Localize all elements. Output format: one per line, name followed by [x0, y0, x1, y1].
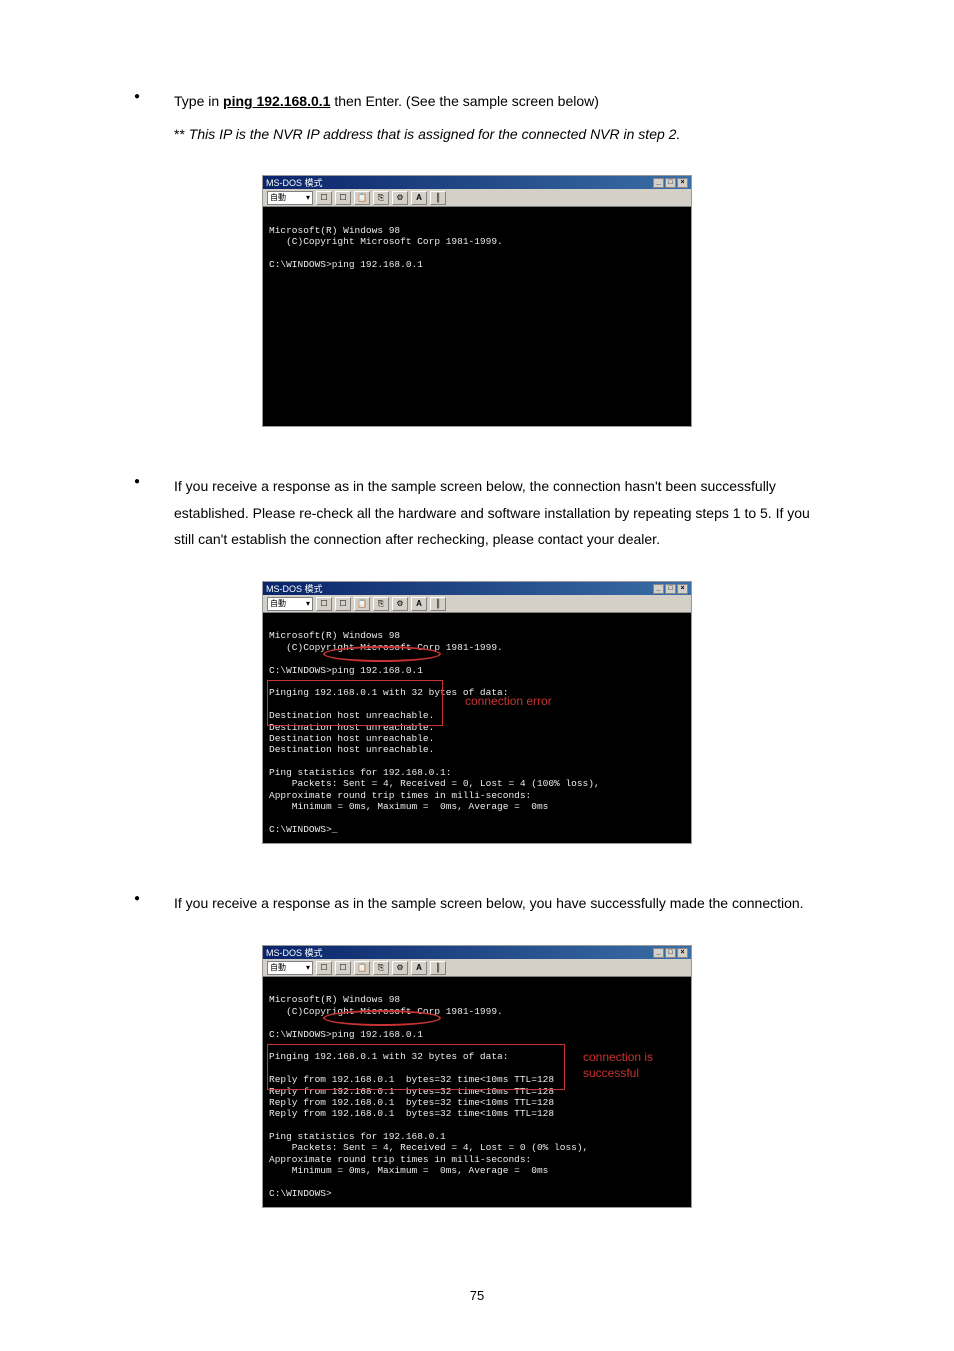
bullet-text: If you receive a response as in the samp… — [174, 890, 824, 917]
dos-terminal-body: Microsoft(R) Windows 98 (C)Copyright Mic… — [263, 977, 691, 1207]
toolbar-button[interactable]: ☐ — [335, 191, 351, 205]
toolbar-button[interactable]: ☐ — [316, 597, 332, 611]
toolbar-button[interactable]: ⚙ — [392, 961, 408, 975]
close-button[interactable]: × — [677, 948, 688, 958]
dos-toolbar: 自動▾ ☐ ☐ 📋 ⎘ ⚙ A ║ — [263, 959, 691, 977]
toolbar-button[interactable]: A — [411, 597, 427, 611]
close-button[interactable]: × — [677, 178, 688, 188]
toolbar-button[interactable]: ☐ — [316, 191, 332, 205]
page-number: 75 — [130, 1288, 824, 1303]
toolbar-button[interactable]: ☐ — [335, 597, 351, 611]
bullet-item: ● If you receive a response as in the sa… — [130, 473, 824, 553]
toolbar-button[interactable]: ☐ — [335, 961, 351, 975]
close-button[interactable]: × — [677, 584, 688, 594]
annotation-error: connection error — [465, 694, 552, 708]
screenshot-1: MS-DOS 模式 _ □ × 自動▾ ☐ ☐ 📋 ⎘ ⚙ A ║ Micros… — [130, 175, 824, 427]
toolbar-button[interactable]: 📋 — [354, 597, 370, 611]
toolbar-button[interactable]: A — [411, 961, 427, 975]
dos-title: MS-DOS 模式 — [266, 176, 323, 189]
dos-title: MS-DOS 模式 — [266, 946, 323, 959]
text-prefix: Type in — [174, 93, 223, 109]
dos-title: MS-DOS 模式 — [266, 582, 323, 595]
bullet-dot: ● — [130, 88, 174, 115]
dos-window: MS-DOS 模式 _ □ × 自動▾ ☐ ☐ 📋 ⎘ ⚙ A ║ Micros… — [262, 945, 692, 1208]
note-prefix: ** — [174, 126, 189, 142]
bullet-item: ● If you receive a response as in the sa… — [130, 890, 824, 917]
dos-titlebar: MS-DOS 模式 _ □ × — [263, 582, 691, 595]
toolbar-button[interactable]: ⚙ — [392, 191, 408, 205]
bullet-dot: ● — [130, 890, 174, 917]
window-controls: _ □ × — [653, 948, 688, 958]
toolbar-button[interactable]: ║ — [430, 597, 446, 611]
bullet-dot: ● — [130, 473, 174, 553]
bullet-text: If you receive a response as in the samp… — [174, 473, 824, 553]
screenshot-2: MS-DOS 模式 _ □ × 自動▾ ☐ ☐ 📋 ⎘ ⚙ A ║ Micros… — [130, 581, 824, 844]
bullet-item: ● Type in ping 192.168.0.1 then Enter. (… — [130, 88, 824, 115]
minimize-button[interactable]: _ — [653, 584, 664, 594]
bullet-text: Type in ping 192.168.0.1 then Enter. (Se… — [174, 88, 824, 115]
maximize-button[interactable]: □ — [665, 948, 676, 958]
maximize-button[interactable]: □ — [665, 584, 676, 594]
text-suffix: then Enter. (See the sample screen below… — [330, 93, 598, 109]
toolbar-button[interactable]: ☐ — [316, 961, 332, 975]
toolbar-button[interactable]: 📋 — [354, 191, 370, 205]
toolbar-button[interactable]: ║ — [430, 191, 446, 205]
dos-terminal-body: Microsoft(R) Windows 98 (C)Copyright Mic… — [263, 613, 691, 843]
toolbar-button[interactable]: 📋 — [354, 961, 370, 975]
minimize-button[interactable]: _ — [653, 948, 664, 958]
dos-titlebar: MS-DOS 模式 _ □ × — [263, 176, 691, 189]
screenshot-3: MS-DOS 模式 _ □ × 自動▾ ☐ ☐ 📋 ⎘ ⚙ A ║ Micros… — [130, 945, 824, 1208]
toolbar-button[interactable]: A — [411, 191, 427, 205]
dos-toolbar: 自動▾ ☐ ☐ 📋 ⎘ ⚙ A ║ — [263, 189, 691, 207]
annotation-success-2: successful — [583, 1066, 639, 1080]
dos-terminal-body: Microsoft(R) Windows 98 (C)Copyright Mic… — [263, 207, 691, 426]
dos-window: MS-DOS 模式 _ □ × 自動▾ ☐ ☐ 📋 ⎘ ⚙ A ║ Micros… — [262, 175, 692, 427]
ping-command: ping 192.168.0.1 — [223, 93, 330, 109]
dos-window: MS-DOS 模式 _ □ × 自動▾ ☐ ☐ 📋 ⎘ ⚙ A ║ Micros… — [262, 581, 692, 844]
window-controls: _ □ × — [653, 178, 688, 188]
dos-titlebar: MS-DOS 模式 _ □ × — [263, 946, 691, 959]
annotation-success-1: connection is — [583, 1050, 653, 1064]
dos-toolbar: 自動▾ ☐ ☐ 📋 ⎘ ⚙ A ║ — [263, 595, 691, 613]
toolbar-button[interactable]: ⎘ — [373, 597, 389, 611]
sub-note: ** This IP is the NVR IP address that is… — [174, 121, 824, 148]
minimize-button[interactable]: _ — [653, 178, 664, 188]
toolbar-button[interactable]: ⚙ — [392, 597, 408, 611]
toolbar-button[interactable]: ⎘ — [373, 961, 389, 975]
note-text: This IP is the NVR IP address that is as… — [189, 126, 681, 142]
window-controls: _ □ × — [653, 584, 688, 594]
toolbar-button[interactable]: ║ — [430, 961, 446, 975]
font-select[interactable]: 自動▾ — [267, 961, 313, 975]
font-select[interactable]: 自動▾ — [267, 191, 313, 205]
maximize-button[interactable]: □ — [665, 178, 676, 188]
font-select[interactable]: 自動▾ — [267, 597, 313, 611]
toolbar-button[interactable]: ⎘ — [373, 191, 389, 205]
